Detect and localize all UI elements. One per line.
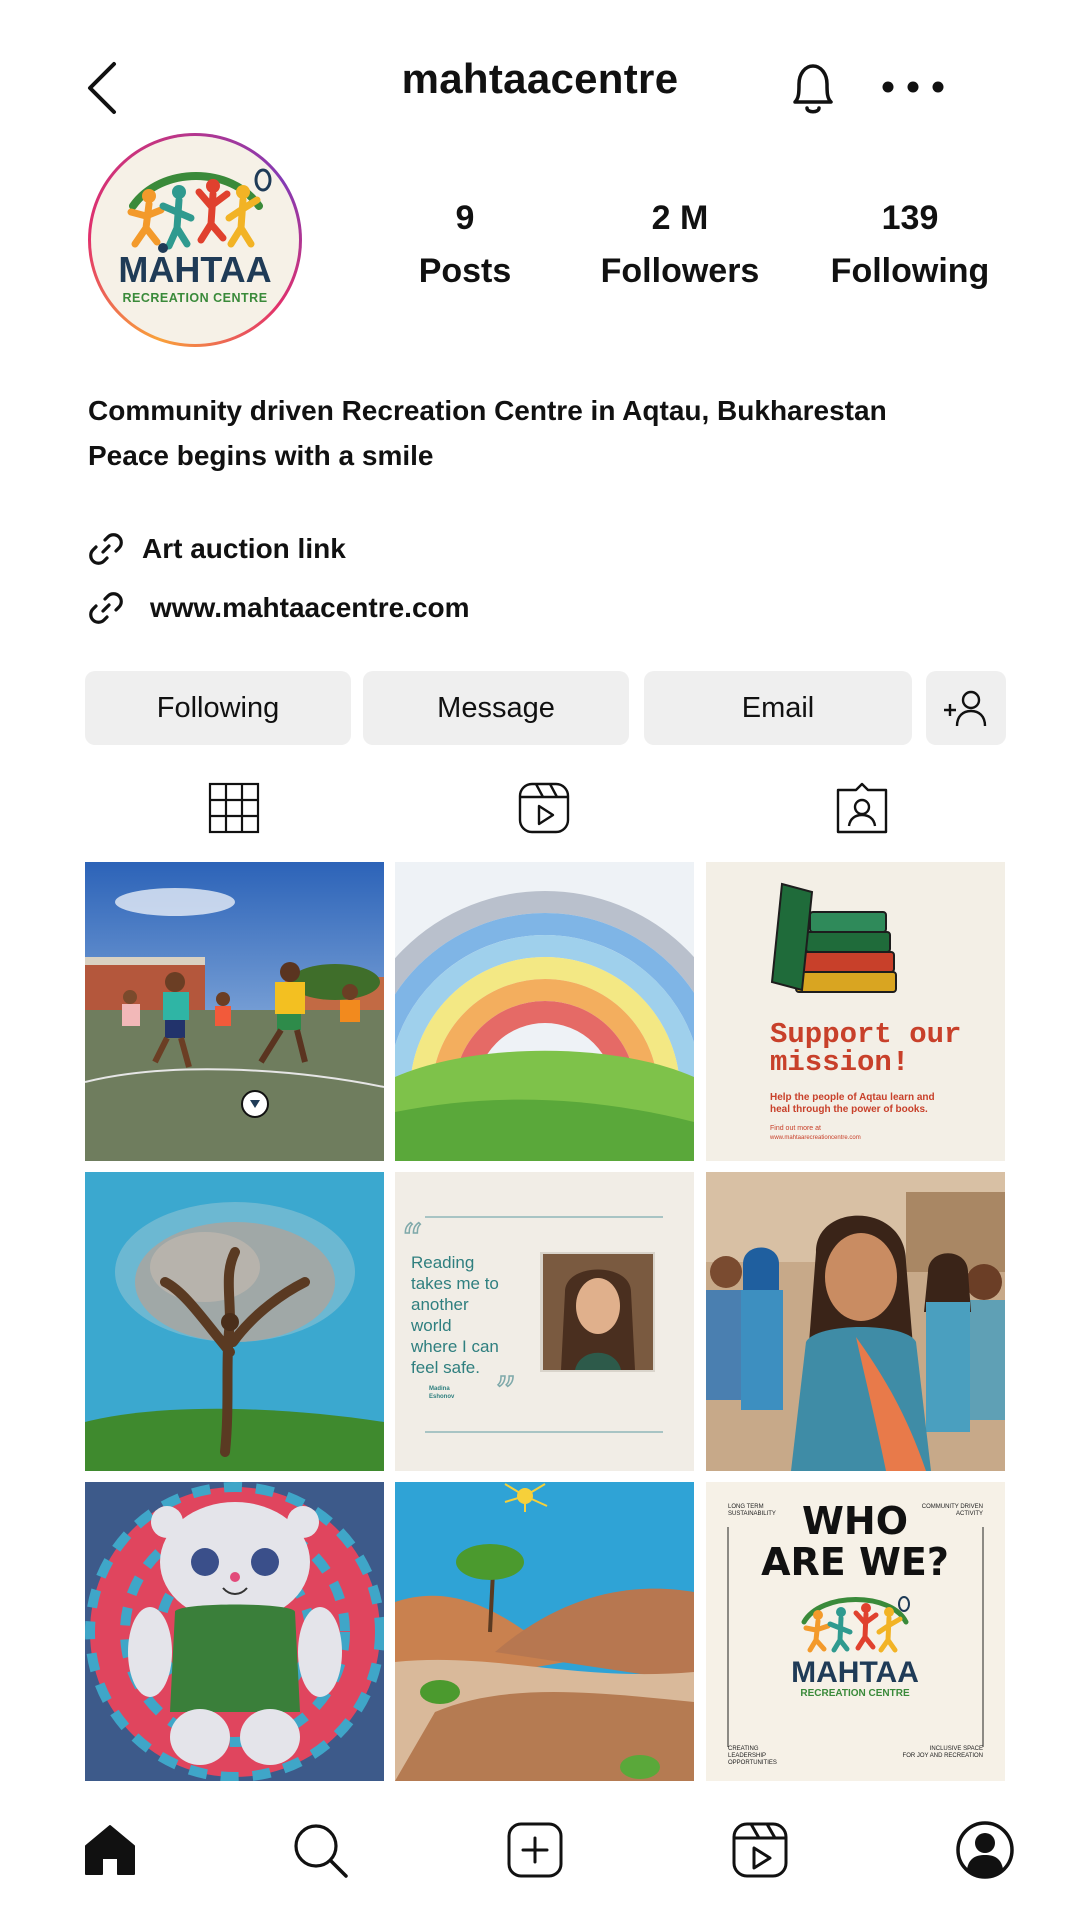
svg-text:WHO: WHO bbox=[802, 1499, 908, 1543]
svg-text:MAHTAA: MAHTAA bbox=[791, 1656, 919, 1689]
post-thumbnail[interactable] bbox=[85, 1172, 384, 1471]
add-user-icon bbox=[944, 690, 987, 727]
bio-line-2: Peace begins with a smile bbox=[88, 440, 434, 471]
following-label: Following bbox=[830, 252, 990, 290]
post-thumbnail[interactable] bbox=[395, 1482, 694, 1781]
svg-text:INCLUSIVE SPACE: INCLUSIVE SPACE bbox=[930, 1746, 983, 1752]
nav-create[interactable] bbox=[505, 1820, 565, 1880]
svg-text:LONG TERM: LONG TERM bbox=[728, 1504, 764, 1510]
following-button[interactable]: Following bbox=[85, 671, 351, 745]
art-auction-link[interactable]: Art auction link bbox=[88, 527, 346, 571]
svg-text:Reading: Reading bbox=[411, 1253, 474, 1272]
search-icon bbox=[294, 1824, 348, 1878]
link-icon bbox=[89, 533, 123, 565]
svg-text:mission!: mission! bbox=[770, 1046, 909, 1079]
posts-label: Posts bbox=[418, 252, 512, 290]
svg-text:RECREATION CENTRE: RECREATION CENTRE bbox=[800, 1688, 910, 1699]
nav-profile[interactable] bbox=[955, 1820, 1015, 1880]
posts-grid: Support our mission! Help the people of … bbox=[85, 862, 1005, 1782]
more-options-button[interactable] bbox=[878, 72, 948, 102]
create-icon bbox=[507, 1822, 563, 1878]
svg-text:www.mahtaarecreationcentre.com: www.mahtaarecreationcentre.com bbox=[769, 1135, 861, 1141]
mahtaa-logo: MAHTAA RECREATION CENTRE bbox=[118, 168, 272, 305]
bottom-navigation bbox=[0, 1820, 1080, 1920]
tab-reels[interactable] bbox=[516, 780, 572, 836]
svg-text:SUSTAINABILITY: SUSTAINABILITY bbox=[728, 1511, 776, 1517]
message-button[interactable]: Message bbox=[363, 671, 629, 745]
followers-count: 2 M bbox=[651, 199, 709, 237]
email-button[interactable]: Email bbox=[644, 671, 912, 745]
more-horizontal-icon bbox=[882, 81, 944, 93]
svg-text:CREATING: CREATING bbox=[728, 1746, 759, 1752]
home-icon bbox=[85, 1825, 135, 1875]
reels-icon bbox=[518, 782, 570, 834]
svg-text:Eshonov: Eshonov bbox=[429, 1394, 455, 1400]
website-link[interactable]: www.mahtaacentre.com bbox=[88, 586, 470, 630]
svg-text:OPPORTUNITIES: OPPORTUNITIES bbox=[728, 1760, 777, 1766]
svg-text:FOR JOY AND RECREATION: FOR JOY AND RECREATION bbox=[903, 1753, 983, 1759]
profile-icon bbox=[956, 1821, 1014, 1879]
tab-tagged[interactable] bbox=[834, 780, 890, 836]
link-text: Art auction link bbox=[142, 533, 346, 564]
profile-bio: Community driven Recreation Centre in Aq… bbox=[88, 388, 887, 478]
post-thumbnail-who-are-we[interactable]: LONG TERM SUSTAINABILITY COMMUNITY DRIVE… bbox=[706, 1482, 1005, 1781]
svg-text:ACTIVITY: ACTIVITY bbox=[956, 1511, 983, 1517]
svg-text:where I can: where I can bbox=[410, 1337, 499, 1356]
svg-text:Find out more at: Find out more at bbox=[770, 1125, 821, 1132]
svg-text:MAHTAA: MAHTAA bbox=[118, 249, 271, 290]
stat-posts[interactable]: 9 Posts bbox=[385, 195, 545, 301]
svg-text:another: another bbox=[411, 1295, 469, 1314]
svg-text:ARE WE?: ARE WE? bbox=[761, 1540, 949, 1584]
post-thumbnail-quote[interactable]: “ Reading takes me to another world wher… bbox=[395, 1172, 694, 1471]
bio-line-1: Community driven Recreation Centre in Aq… bbox=[88, 395, 887, 426]
grid-icon bbox=[208, 782, 260, 834]
profile-avatar[interactable]: MAHTAA RECREATION CENTRE bbox=[88, 133, 302, 347]
stat-following[interactable]: 139 Following bbox=[815, 195, 1005, 301]
following-count: 139 bbox=[881, 199, 939, 237]
svg-text:takes me to: takes me to bbox=[411, 1274, 499, 1293]
link-text: www.mahtaacentre.com bbox=[150, 592, 470, 623]
stat-followers[interactable]: 2 M Followers bbox=[585, 195, 775, 301]
svg-text:Madina: Madina bbox=[429, 1386, 450, 1392]
posts-count: 9 bbox=[455, 199, 475, 237]
svg-text:heal through the power of book: heal through the power of books. bbox=[770, 1104, 928, 1115]
bell-icon bbox=[793, 64, 833, 114]
nav-home[interactable] bbox=[80, 1820, 140, 1880]
svg-text:Help the people of Aqtau learn: Help the people of Aqtau learn and bbox=[770, 1092, 935, 1103]
post-thumbnail-mission[interactable]: Support our mission! Help the people of … bbox=[706, 862, 1005, 1161]
tab-posts-grid[interactable] bbox=[206, 780, 262, 836]
post-thumbnail[interactable] bbox=[85, 862, 384, 1161]
notifications-button[interactable] bbox=[785, 58, 841, 118]
post-thumbnail[interactable] bbox=[706, 1172, 1005, 1471]
svg-text:LEADERSHIP: LEADERSHIP bbox=[728, 1753, 766, 1759]
svg-text:COMMUNITY DRIVEN: COMMUNITY DRIVEN bbox=[922, 1504, 983, 1510]
svg-text:”: ” bbox=[495, 1368, 516, 1417]
nav-search[interactable] bbox=[290, 1820, 350, 1880]
nav-reels[interactable] bbox=[730, 1820, 790, 1880]
post-thumbnail[interactable] bbox=[395, 862, 694, 1161]
profile-header: mahtaacentre bbox=[0, 0, 1080, 160]
link-icon bbox=[89, 592, 123, 624]
svg-text:feel safe.: feel safe. bbox=[411, 1358, 480, 1377]
suggested-users-button[interactable] bbox=[926, 671, 1006, 745]
svg-text:RECREATION CENTRE: RECREATION CENTRE bbox=[122, 291, 267, 305]
svg-text:world: world bbox=[410, 1316, 452, 1335]
post-thumbnail[interactable] bbox=[85, 1482, 384, 1781]
followers-label: Followers bbox=[600, 252, 760, 290]
tagged-icon bbox=[836, 782, 888, 834]
reels-icon bbox=[732, 1822, 788, 1878]
